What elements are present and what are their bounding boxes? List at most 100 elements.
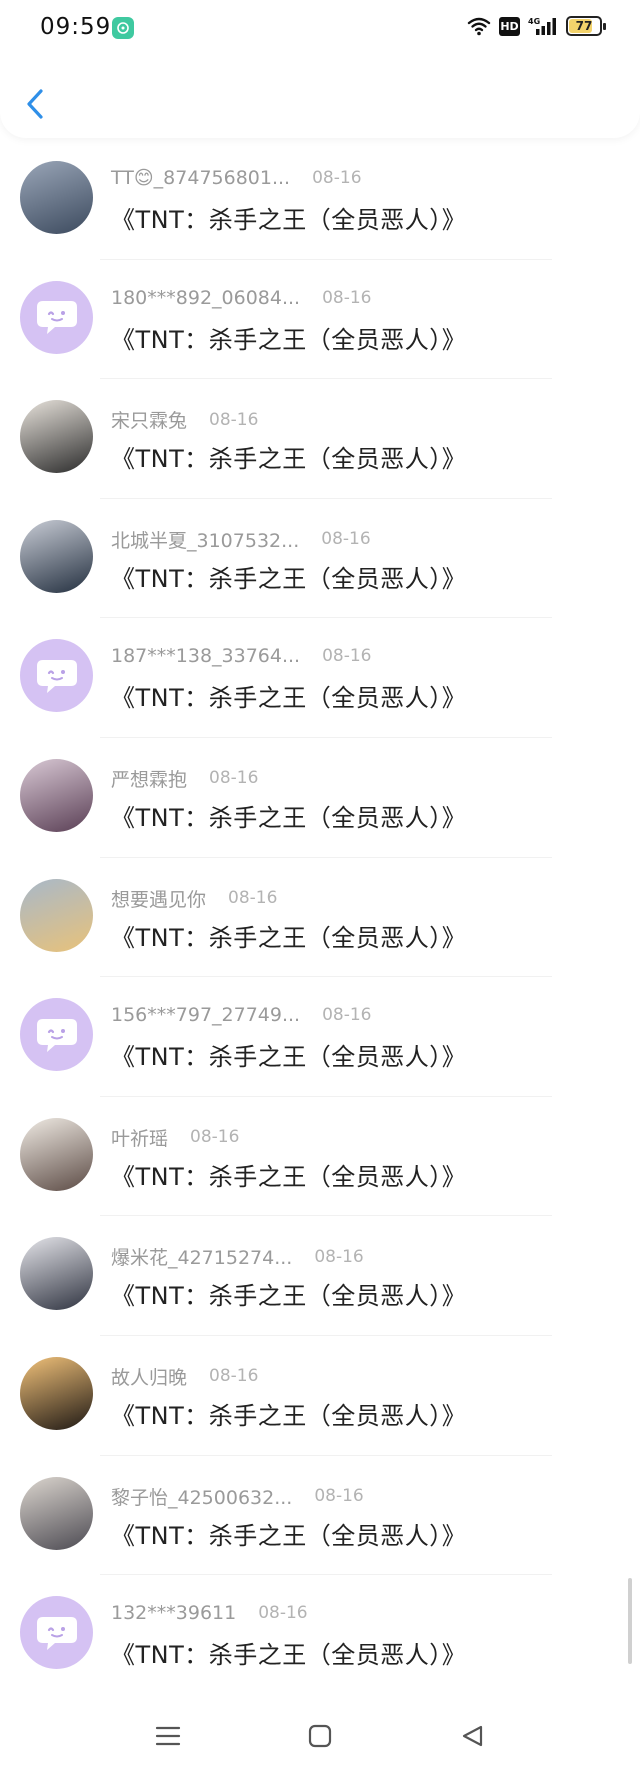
- home-square-icon: [308, 1724, 332, 1748]
- comment-meta: 爆米花_42715274... 08-16: [111, 1243, 364, 1270]
- list-item[interactable]: 132***39611 08-16 《TNT：杀手之王（全员恶人）》: [0, 1575, 640, 1695]
- default-avatar-icon[interactable]: [20, 1596, 93, 1670]
- back-button[interactable]: [20, 84, 50, 124]
- comment-text[interactable]: 《TNT：杀手之王（全员恶人）》: [111, 320, 466, 355]
- list-item[interactable]: 想要遇见你 08-16 《TNT：杀手之王（全员恶人）》: [0, 858, 640, 978]
- comment-date: 08-16: [321, 529, 371, 550]
- username[interactable]: 爆米花_42715274...: [111, 1243, 292, 1270]
- signal-4g-icon: 4G: [528, 17, 556, 35]
- comment-meta: 想要遇见你 08-16: [111, 885, 277, 912]
- avatar[interactable]: [20, 1476, 93, 1550]
- username[interactable]: 黎子怡_42500632...: [111, 1483, 292, 1510]
- list-item[interactable]: 北城半夏_3107532... 08-16 《TNT：杀手之王（全员恶人）》: [0, 499, 640, 619]
- comment-date: 08-16: [209, 409, 259, 430]
- scrollbar[interactable]: [628, 1578, 632, 1664]
- username[interactable]: 严想霖抱: [111, 765, 187, 792]
- username[interactable]: 156***797_27749...: [111, 1004, 300, 1026]
- list-item[interactable]: 宋只霖兔 08-16 《TNT：杀手之王（全员恶人）》: [0, 379, 640, 499]
- comment-date: 08-16: [258, 1603, 308, 1624]
- comment-date: 08-16: [322, 646, 372, 667]
- comment-date: 08-16: [190, 1127, 240, 1148]
- username[interactable]: 想要遇见你: [111, 885, 206, 912]
- comment-date: 08-16: [209, 768, 259, 789]
- system-nav-bar: [0, 1690, 640, 1774]
- comment-text[interactable]: 《TNT：杀手之王（全员恶人）》: [111, 1276, 466, 1311]
- menu-icon: [155, 1726, 181, 1746]
- comment-text[interactable]: 《TNT：杀手之王（全员恶人）》: [111, 918, 466, 953]
- hd-badge: HD: [499, 16, 520, 36]
- list-item[interactable]: 187***138_33764... 08-16 《TNT：杀手之王（全员恶人）》: [0, 618, 640, 738]
- wifi-icon: [467, 17, 491, 36]
- username[interactable]: 132***39611: [111, 1602, 236, 1624]
- avatar[interactable]: [20, 758, 93, 832]
- comment-meta: 叶祈瑶 08-16: [111, 1124, 239, 1151]
- comment-text[interactable]: 《TNT：杀手之王（全员恶人）》: [111, 1157, 466, 1192]
- comment-meta: 黎子怡_42500632... 08-16: [111, 1483, 364, 1510]
- comment-meta: TT😊_874756801... 08-16: [111, 167, 362, 189]
- battery-percent: 77: [575, 19, 593, 33]
- avatar[interactable]: [20, 400, 93, 474]
- list-item[interactable]: 黎子怡_42500632... 08-16 《TNT：杀手之王（全员恶人）》: [0, 1456, 640, 1576]
- battery-icon: 77: [566, 16, 606, 36]
- list-item[interactable]: 180***892_06084... 08-16 《TNT：杀手之王（全员恶人）》: [0, 260, 640, 380]
- comment-date: 08-16: [209, 1366, 259, 1387]
- comment-meta: 156***797_27749... 08-16: [111, 1004, 372, 1026]
- notification-app-icon: [112, 17, 134, 39]
- comment-meta: 严想霖抱 08-16: [111, 765, 258, 792]
- menu-button[interactable]: [148, 1716, 188, 1756]
- username[interactable]: 北城半夏_3107532...: [111, 526, 299, 553]
- system-back-button[interactable]: [452, 1716, 492, 1756]
- username[interactable]: 叶祈瑶: [111, 1124, 168, 1151]
- chevron-left-icon: [27, 89, 43, 119]
- network-label: 4G: [528, 17, 540, 26]
- list-item[interactable]: 叶祈瑶 08-16 《TNT：杀手之王（全员恶人）》: [0, 1097, 640, 1217]
- username[interactable]: 故人归晚: [111, 1363, 187, 1390]
- comment-date: 08-16: [322, 1005, 372, 1026]
- avatar[interactable]: [20, 878, 93, 952]
- avatar[interactable]: [20, 1356, 93, 1430]
- status-icons: HD 4G 77: [467, 16, 606, 36]
- comment-date: 08-16: [314, 1246, 364, 1267]
- username[interactable]: 187***138_33764...: [111, 645, 300, 667]
- comment-list[interactable]: TT😊_874756801... 08-16 《TNT：杀手之王（全员恶人）》 180…: [0, 140, 640, 1695]
- comment-meta: 故人归晚 08-16: [111, 1363, 258, 1390]
- comment-text[interactable]: 《TNT：杀手之王（全员恶人）》: [111, 439, 466, 474]
- comment-text[interactable]: 《TNT：杀手之王（全员恶人）》: [111, 1635, 466, 1670]
- list-item[interactable]: 严想霖抱 08-16 《TNT：杀手之王（全员恶人）》: [0, 738, 640, 858]
- list-item[interactable]: TT😊_874756801... 08-16 《TNT：杀手之王（全员恶人）》: [0, 140, 640, 260]
- username[interactable]: 宋只霖兔: [111, 406, 187, 433]
- comment-meta: 北城半夏_3107532... 08-16: [111, 526, 371, 553]
- comment-text[interactable]: 《TNT：杀手之王（全员恶人）》: [111, 1037, 466, 1072]
- comment-date: 08-16: [228, 888, 278, 909]
- default-avatar-icon[interactable]: [20, 998, 93, 1072]
- default-avatar-icon[interactable]: [20, 280, 93, 354]
- comment-date: 08-16: [314, 1486, 364, 1507]
- comment-meta: 187***138_33764... 08-16: [111, 645, 372, 667]
- comment-text[interactable]: 《TNT：杀手之王（全员恶人）》: [111, 678, 466, 713]
- list-item[interactable]: 爆米花_42715274... 08-16 《TNT：杀手之王（全员恶人）》: [0, 1216, 640, 1336]
- back-triangle-icon: [462, 1725, 483, 1747]
- username[interactable]: 180***892_06084...: [111, 287, 300, 309]
- list-item[interactable]: 156***797_27749... 08-16 《TNT：杀手之王（全员恶人）》: [0, 977, 640, 1097]
- default-avatar-icon[interactable]: [20, 639, 93, 713]
- comment-text[interactable]: 《TNT：杀手之王（全员恶人）》: [111, 559, 466, 594]
- comment-text[interactable]: 《TNT：杀手之王（全员恶人）》: [111, 200, 466, 235]
- status-time: 09:59: [40, 14, 112, 40]
- avatar[interactable]: [20, 1117, 93, 1191]
- avatar[interactable]: [20, 519, 93, 593]
- avatar[interactable]: [20, 1237, 93, 1311]
- comment-text[interactable]: 《TNT：杀手之王（全员恶人）》: [111, 1396, 466, 1431]
- comment-meta: 宋只霖兔 08-16: [111, 406, 258, 433]
- comment-text[interactable]: 《TNT：杀手之王（全员恶人）》: [111, 798, 466, 833]
- comment-date: 08-16: [312, 168, 362, 188]
- comment-meta: 180***892_06084... 08-16: [111, 287, 372, 309]
- comment-text[interactable]: 《TNT：杀手之王（全员恶人）》: [111, 1516, 466, 1551]
- battery-tip: [603, 23, 606, 30]
- home-button[interactable]: [300, 1716, 340, 1756]
- top-bar: 09:59 HD 4G 77: [0, 0, 640, 138]
- list-item[interactable]: 故人归晚 08-16 《TNT：杀手之王（全员恶人）》: [0, 1336, 640, 1456]
- avatar[interactable]: [20, 161, 93, 234]
- username[interactable]: TT😊_874756801...: [111, 167, 290, 189]
- comment-date: 08-16: [322, 287, 372, 308]
- comment-meta: 132***39611 08-16: [111, 1602, 308, 1624]
